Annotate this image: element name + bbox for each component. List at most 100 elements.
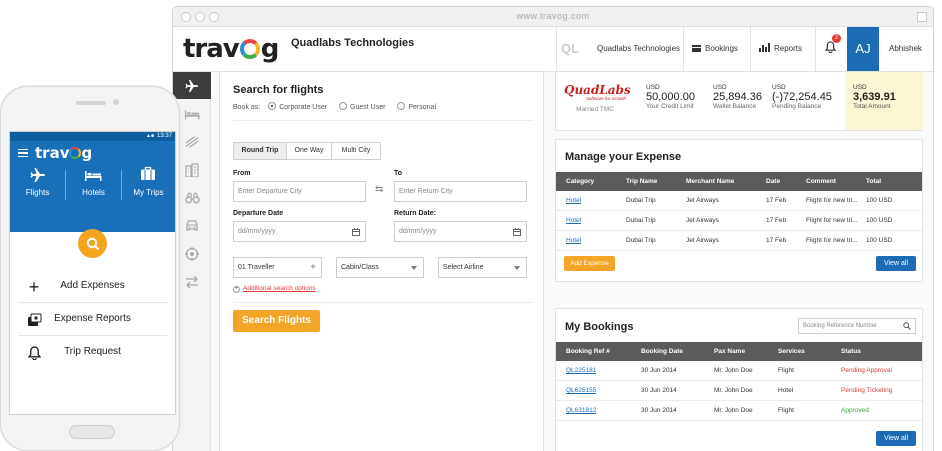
departure-date-label: Departure Date bbox=[233, 210, 284, 217]
radio-guest-user[interactable]: Guest User bbox=[339, 102, 385, 111]
radio-corporate-user[interactable]: Corporate User bbox=[268, 102, 327, 111]
tab-round-trip[interactable]: Round Trip bbox=[233, 142, 287, 160]
stat-label: Pending Balance bbox=[772, 103, 822, 110]
phone-nav-hotels[interactable]: Hotels bbox=[66, 163, 121, 213]
phone-menu-trip-request[interactable]: Trip Request bbox=[18, 337, 167, 369]
table-cell: 17 Feb bbox=[766, 237, 787, 244]
phone-menu-label: Expense Reports bbox=[54, 313, 131, 324]
column-header: Category bbox=[566, 178, 595, 185]
phone-nav-my-trips[interactable]: My Trips bbox=[122, 163, 175, 213]
brand-subtitle: Married TMC bbox=[576, 106, 614, 113]
booking-ref-link[interactable]: QL631812 bbox=[566, 401, 596, 421]
company-menu[interactable]: Quadlabs Technologies bbox=[597, 27, 680, 72]
logo-o-icon bbox=[239, 39, 260, 59]
table-cell: 30 Jun 2014 bbox=[641, 387, 677, 394]
logo-text-left: trav bbox=[35, 144, 70, 162]
departure-date-placeholder: dd/mm/yyyy bbox=[238, 228, 276, 235]
bookings-menu[interactable]: Bookings bbox=[692, 27, 738, 72]
booking-ref-link[interactable]: QL625155 bbox=[566, 381, 596, 401]
airline-select[interactable]: Select Airline bbox=[438, 257, 527, 278]
account-summary-panel: QuadLabs Software for Growth Married TMC… bbox=[555, 71, 923, 131]
column-header: Date bbox=[766, 178, 781, 185]
add-expense-button[interactable]: Add Expense bbox=[564, 256, 615, 271]
phone-app-header: trav g Flights Hotels My Trips bbox=[10, 141, 175, 232]
airline-value: Select Airline bbox=[443, 264, 484, 271]
caret-down-icon bbox=[514, 266, 520, 270]
phone-menu-label: Trip Request bbox=[64, 346, 121, 357]
search-icon[interactable] bbox=[903, 322, 911, 330]
traveller-select[interactable]: 01 Traveller + bbox=[233, 257, 322, 278]
table-cell: Jet Airways bbox=[686, 217, 719, 224]
address-bar[interactable]: www.travog.com bbox=[173, 11, 933, 21]
avatar[interactable]: AJ bbox=[847, 27, 879, 72]
table-cell: 30 Jun 2014 bbox=[641, 407, 677, 414]
expense-view-all-button[interactable]: View all bbox=[876, 256, 916, 271]
quadlabs-logo: QuadLabs Software for Growth Married TMC bbox=[564, 84, 631, 113]
column-header: Booking Ref # bbox=[566, 348, 610, 355]
tab-multi-city[interactable]: Multi City bbox=[331, 142, 381, 160]
to-input[interactable]: Enter Return City bbox=[394, 181, 527, 202]
table-cell: Flight for new tri... bbox=[806, 197, 858, 204]
departure-date-input[interactable]: dd/mm/yyyy bbox=[233, 221, 366, 242]
stat-label: Total Amount bbox=[853, 103, 891, 110]
notifications-button[interactable]: 2 bbox=[824, 27, 841, 72]
cabin-class-select[interactable]: Cabin/Class bbox=[336, 257, 424, 278]
table-cell: 100 USD bbox=[866, 197, 893, 204]
bar-chart-icon bbox=[759, 43, 770, 52]
plus-icon[interactable]: + bbox=[310, 258, 316, 277]
table-cell: Flight bbox=[778, 367, 794, 374]
stat-currency: USD bbox=[772, 84, 786, 91]
calendar-icon[interactable] bbox=[352, 228, 360, 236]
phone-menu-expense-reports[interactable]: Expense Reports bbox=[18, 304, 167, 336]
expense-panel: Manage your Expense Category Trip Name M… bbox=[555, 139, 923, 282]
stat-currency: USD bbox=[646, 84, 660, 91]
phone-menu-add-expenses[interactable]: + Add Expenses bbox=[18, 271, 167, 303]
phone-nav-flights[interactable]: Flights bbox=[10, 163, 65, 213]
tab-one-way[interactable]: One Way bbox=[286, 142, 332, 160]
menu-icon bbox=[692, 45, 701, 52]
booking-ref-link[interactable]: QL225181 bbox=[566, 361, 596, 381]
table-row: Hotel Dubai Trip Jet Airways 17 Feb Flig… bbox=[556, 211, 922, 231]
window-button[interactable] bbox=[917, 12, 927, 22]
phone-search-button[interactable] bbox=[78, 229, 107, 258]
phone-speaker bbox=[76, 101, 106, 105]
reports-menu[interactable]: Reports bbox=[759, 27, 802, 72]
hamburger-icon[interactable] bbox=[18, 149, 28, 157]
expense-category-link[interactable]: Hotel bbox=[566, 231, 581, 251]
expense-category-link[interactable]: Hotel bbox=[566, 211, 581, 231]
bookings-view-all-button[interactable]: View all bbox=[876, 431, 916, 446]
calendar-icon[interactable] bbox=[513, 228, 521, 236]
caret-down-icon bbox=[411, 266, 417, 270]
sidebar-item-flights[interactable] bbox=[173, 72, 211, 99]
stat-value: 50,000.00 bbox=[646, 91, 695, 103]
car-icon bbox=[186, 220, 198, 231]
phone-home-button[interactable] bbox=[69, 425, 115, 439]
phone-camera bbox=[113, 99, 119, 105]
logo-text-right: g bbox=[81, 144, 93, 162]
table-cell: 100 USD bbox=[866, 237, 893, 244]
search-flights-button[interactable]: Search Flights bbox=[233, 310, 320, 332]
column-header: Status bbox=[841, 348, 861, 355]
user-name[interactable]: Abhishek bbox=[889, 27, 922, 72]
expense-category-link[interactable]: Hotel bbox=[566, 191, 581, 211]
from-label: From bbox=[233, 170, 251, 177]
column-header: Trip Name bbox=[626, 178, 658, 185]
target-icon bbox=[185, 246, 199, 261]
travog-logo[interactable]: trav g bbox=[183, 34, 280, 64]
company-title: Quadlabs Technologies bbox=[291, 37, 415, 49]
return-date-placeholder: dd/mm/yyyy bbox=[399, 228, 437, 235]
table-cell: Mr. John Doe bbox=[714, 387, 753, 394]
booking-reference-search[interactable]: Booking Reference Number bbox=[798, 318, 916, 334]
logo-text-right: g bbox=[260, 34, 280, 64]
radio-personal[interactable]: Personal bbox=[397, 102, 436, 111]
cabin-class-value: Cabin/Class bbox=[341, 264, 379, 271]
logo-text-left: trav bbox=[183, 34, 240, 64]
from-input[interactable]: Enter Departure City bbox=[233, 181, 366, 202]
app-header: trav g Quadlabs Technologies QL Quadlabs … bbox=[173, 27, 933, 72]
phone-nav-label: Hotels bbox=[82, 188, 105, 197]
return-date-input[interactable]: dd/mm/yyyy bbox=[394, 221, 527, 242]
additional-options-link[interactable]: + Additional search options bbox=[233, 285, 316, 293]
book-as-group: Book as: Corporate User Guest User Perso… bbox=[233, 102, 436, 111]
swap-cities-icon[interactable]: ⇆ bbox=[375, 184, 383, 195]
return-date-label: Return Date: bbox=[394, 210, 437, 217]
